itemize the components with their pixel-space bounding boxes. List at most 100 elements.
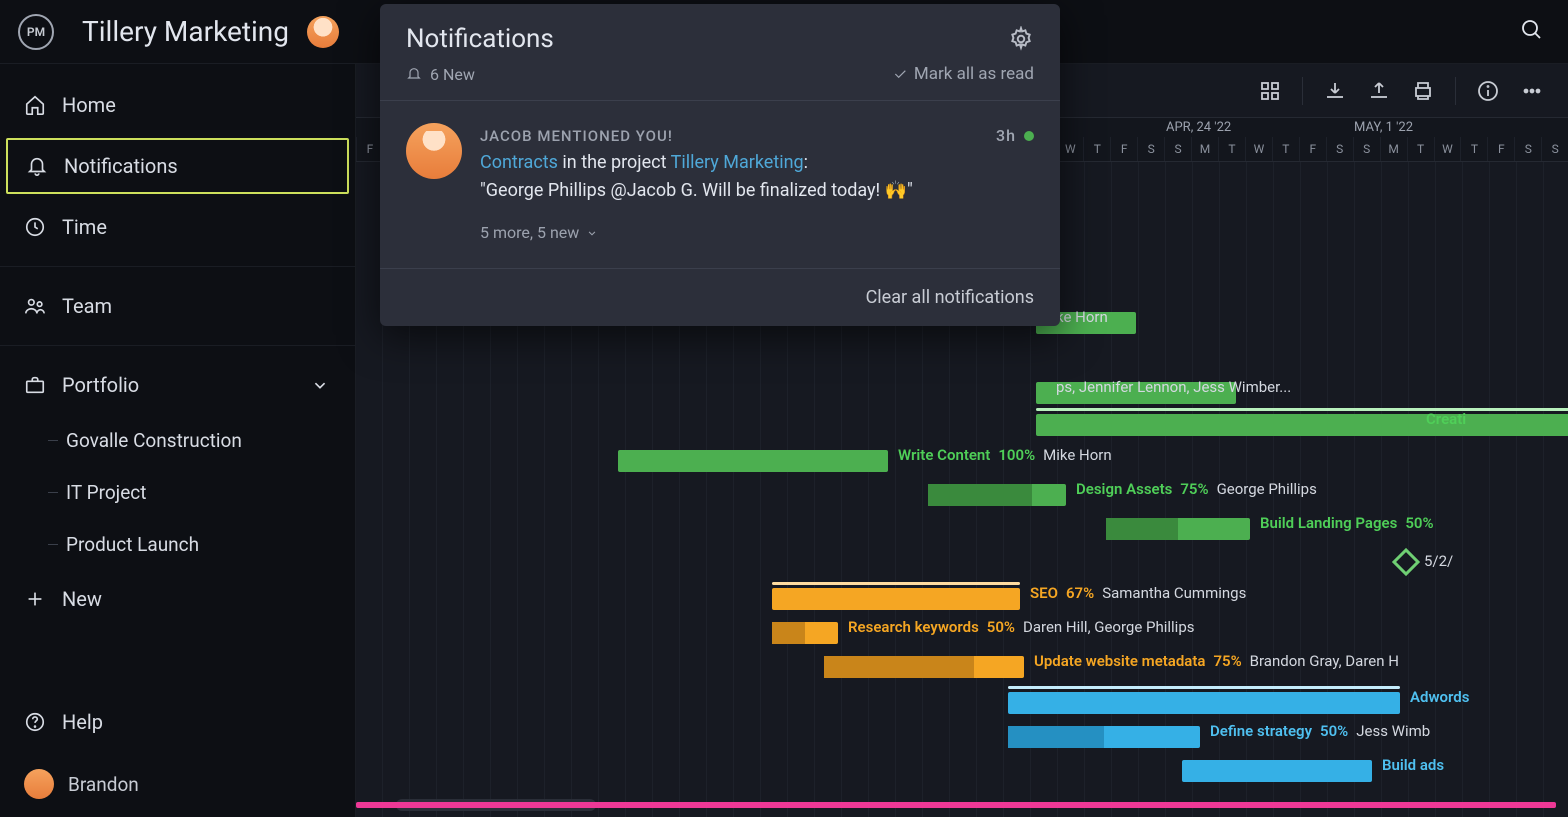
notif-link-contracts[interactable]: Contracts	[480, 152, 558, 173]
gantt-bar[interactable]	[824, 656, 1024, 678]
gantt-bar[interactable]	[356, 802, 1556, 808]
info-icon[interactable]	[1476, 79, 1500, 103]
nav-label: Help	[62, 710, 103, 734]
gantt-bar[interactable]	[1036, 414, 1568, 436]
gantt-bar[interactable]	[1008, 726, 1200, 748]
notif-more-label: 5 more, 5 new	[480, 220, 579, 246]
print-icon[interactable]	[1411, 79, 1435, 103]
gantt-task-row[interactable]	[356, 788, 1568, 817]
gantt-task-row[interactable]: 5/2/	[356, 546, 1568, 580]
notif-link-project[interactable]: Tillery Marketing	[671, 152, 804, 173]
gantt-bar[interactable]	[1182, 760, 1372, 782]
gantt-bar[interactable]	[1106, 518, 1250, 540]
gantt-task-row[interactable]: Define strategy 50% Jess Wimb	[356, 720, 1568, 754]
gantt-task-row[interactable]: ps, Jennifer Lennon, Jess Wimber...	[356, 376, 1568, 410]
task-label: Write Content 100% Mike Horn	[898, 446, 1112, 464]
gantt-bar[interactable]	[772, 588, 1020, 610]
sidebar-user-row[interactable]: Brandon	[0, 751, 355, 817]
check-icon	[892, 66, 908, 82]
day-cell: W	[1245, 137, 1272, 161]
notif-text: in the project	[558, 152, 671, 173]
nav-team[interactable]: Team	[0, 277, 355, 335]
gantt-task-row[interactable]: Research keywords 50% Daren Hill, George…	[356, 616, 1568, 650]
user-avatar-icon	[24, 769, 54, 799]
notification-item[interactable]: JACOB MENTIONED YOU! 3h Contracts in the…	[380, 101, 1060, 268]
task-label: Adwords	[1410, 688, 1469, 706]
task-label: ps, Jennifer Lennon, Jess Wimber...	[1056, 378, 1291, 396]
task-label: Build ads	[1382, 756, 1444, 774]
nav-new[interactable]: New	[0, 570, 355, 628]
notif-heading-row: JACOB MENTIONED YOU! 3h	[480, 123, 1034, 149]
notif-quote: "George Phillips @Jacob G. Will be final…	[480, 177, 1034, 206]
portfolio-item-it[interactable]: IT Project	[0, 466, 355, 518]
gantt-bar[interactable]	[1008, 692, 1400, 714]
nav-label: Notifications	[64, 154, 178, 178]
notif-avatar	[406, 123, 462, 179]
notif-count: 6 New	[406, 65, 475, 84]
divider	[0, 266, 355, 267]
chevron-down-icon	[585, 226, 599, 240]
chevron-down-icon	[309, 374, 331, 396]
day-cell: T	[1407, 137, 1434, 161]
nav-label: Home	[62, 93, 116, 117]
gantt-bar[interactable]	[928, 484, 1066, 506]
day-cell: W	[1056, 137, 1083, 161]
nav-help[interactable]: Help	[0, 693, 355, 751]
unread-dot-icon	[1024, 131, 1034, 141]
gantt-task-row[interactable]: Design Assets 75% George Phillips	[356, 478, 1568, 512]
nav-portfolio[interactable]: Portfolio	[0, 356, 355, 414]
notif-heading-text: JACOB MENTIONED YOU!	[480, 124, 673, 148]
gantt-task-row[interactable]: Write Content 100% Mike Horn	[356, 444, 1568, 478]
nav-label: Team	[62, 294, 112, 318]
grid-icon[interactable]	[1258, 79, 1282, 103]
gantt-task-row[interactable]: SEO 67% Samantha Cummings	[356, 582, 1568, 616]
notif-body: JACOB MENTIONED YOU! 3h Contracts in the…	[480, 123, 1034, 246]
task-label: ke Horn	[1056, 308, 1108, 326]
gantt-task-row[interactable]: Build ads	[356, 754, 1568, 788]
home-icon	[24, 94, 46, 116]
day-cell: F	[1487, 137, 1514, 161]
download-icon[interactable]	[1323, 79, 1347, 103]
briefcase-icon	[24, 374, 46, 396]
notif-subheader: 6 New Mark all as read	[380, 64, 1060, 101]
nav-notifications[interactable]: Notifications	[6, 138, 349, 194]
gear-icon[interactable]	[1008, 26, 1034, 52]
more-icon[interactable]	[1520, 79, 1544, 103]
day-cell: S	[1326, 137, 1353, 161]
day-cell: F	[356, 137, 383, 161]
day-cell: T	[1460, 137, 1487, 161]
divider	[1302, 77, 1303, 105]
search-icon[interactable]	[1520, 18, 1544, 42]
nav-label: New	[62, 587, 102, 611]
day-cell: S	[1164, 137, 1191, 161]
notif-time: 3h	[996, 123, 1034, 149]
day-cell: T	[1083, 137, 1110, 161]
notif-expand-more[interactable]: 5 more, 5 new	[480, 220, 1034, 246]
day-cell: M	[1191, 137, 1218, 161]
task-label: Build Landing Pages 50%	[1260, 514, 1434, 532]
nav-home[interactable]: Home	[0, 76, 355, 134]
user-avatar-top[interactable]	[307, 16, 339, 48]
share-icon[interactable]	[1367, 79, 1391, 103]
milestone-icon[interactable]	[1392, 548, 1420, 576]
app-logo[interactable]: PM	[18, 14, 54, 50]
gantt-bar[interactable]	[618, 450, 888, 472]
gantt-task-row[interactable]: Build Landing Pages 50%	[356, 512, 1568, 546]
nav-label: Time	[62, 215, 107, 239]
nav-time[interactable]: Time	[0, 198, 355, 256]
notif-time-label: 3h	[996, 123, 1016, 149]
portfolio-item-product-launch[interactable]: Product Launch	[0, 518, 355, 570]
day-cell: T	[1218, 137, 1245, 161]
clear-all-button[interactable]: Clear all notifications	[380, 268, 1060, 326]
mark-all-label: Mark all as read	[914, 64, 1034, 84]
gantt-bar[interactable]	[772, 622, 838, 644]
mark-all-read-button[interactable]: Mark all as read	[892, 64, 1034, 84]
gantt-task-row[interactable]: Adwords	[356, 686, 1568, 720]
gantt-task-row[interactable]: Creati	[356, 408, 1568, 442]
gantt-task-row[interactable]: Update website metadata 75% Brandon Gray…	[356, 650, 1568, 684]
help-icon	[24, 711, 46, 733]
day-cell: M	[1380, 137, 1407, 161]
day-cell: F	[1110, 137, 1137, 161]
portfolio-item-govalle[interactable]: Govalle Construction	[0, 414, 355, 466]
month-label: MAY, 1 '22	[1354, 120, 1413, 135]
